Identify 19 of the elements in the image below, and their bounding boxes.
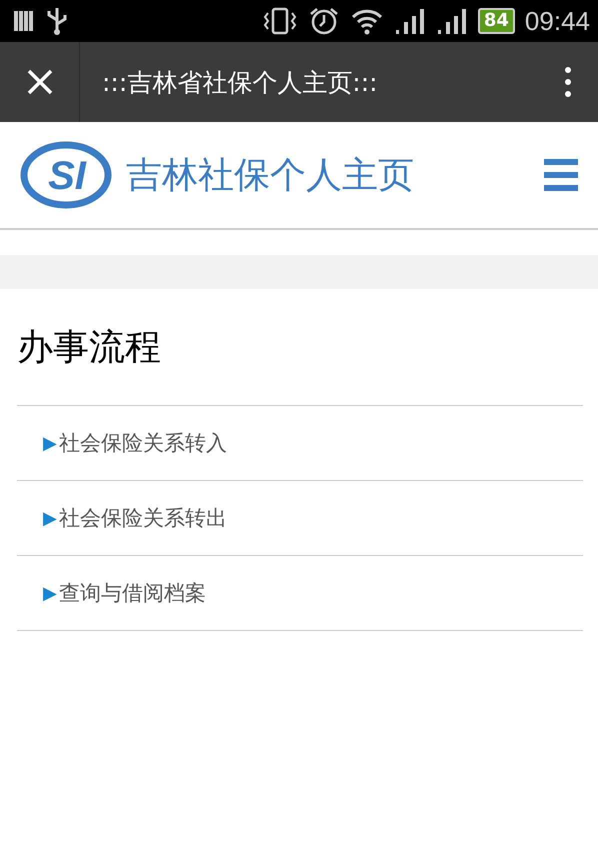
signal-icon	[436, 7, 468, 35]
battery-level: 84	[478, 8, 515, 34]
logo: SI	[20, 141, 112, 209]
signal-icon	[394, 7, 426, 35]
wifi-icon	[350, 7, 384, 35]
page-title: :::吉林省社保个人主页:::	[101, 66, 379, 98]
clock-time: 09:44	[524, 6, 590, 36]
menu-icon	[544, 159, 578, 191]
menu-button[interactable]	[544, 159, 578, 191]
site-name: 吉林社保个人主页	[126, 154, 415, 198]
sim-icon	[12, 8, 34, 34]
process-link[interactable]: ▶查询与借阅档案	[43, 579, 206, 607]
more-icon	[564, 66, 572, 98]
process-link[interactable]: ▶社会保险关系转出	[43, 504, 227, 532]
section-title: 办事流程	[17, 289, 583, 406]
alarm-icon	[308, 6, 340, 36]
process-link[interactable]: ▶社会保险关系转入	[43, 429, 227, 457]
close-icon	[26, 68, 54, 96]
vibrate-icon	[262, 7, 298, 35]
